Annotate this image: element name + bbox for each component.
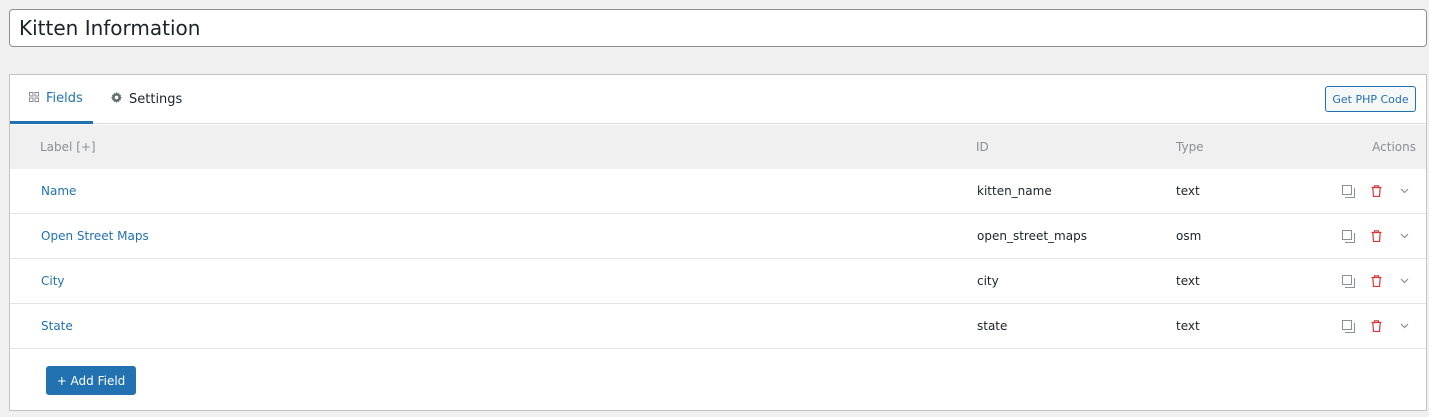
grid-icon <box>29 91 46 106</box>
field-id: kitten_name <box>977 184 1052 198</box>
trash-icon[interactable] <box>1369 229 1383 243</box>
title-input[interactable] <box>9 9 1427 47</box>
table-row: City city text <box>10 259 1426 304</box>
field-label-link[interactable]: City <box>41 259 65 304</box>
header-type: Type <box>1176 140 1204 154</box>
table-row: Open Street Maps open_street_maps osm <box>10 214 1426 259</box>
trash-icon[interactable] <box>1369 184 1383 198</box>
field-label-link[interactable]: State <box>41 304 73 349</box>
tab-settings-label: Settings <box>129 92 183 107</box>
gear-icon <box>111 92 129 107</box>
duplicate-icon[interactable] <box>1341 184 1355 198</box>
chevron-down-icon[interactable] <box>1397 319 1411 333</box>
field-type: text <box>1176 274 1200 288</box>
field-type: osm <box>1176 229 1202 243</box>
header-actions: Actions <box>1372 140 1416 154</box>
header-id: ID <box>976 140 989 154</box>
chevron-down-icon[interactable] <box>1397 184 1411 198</box>
field-label-link[interactable]: Open Street Maps <box>41 214 149 259</box>
fields-table: Name kitten_name text Open Street Maps o… <box>10 169 1426 349</box>
field-id: open_street_maps <box>977 229 1087 243</box>
field-type: text <box>1176 184 1200 198</box>
table-row: Name kitten_name text <box>10 169 1426 214</box>
field-type: text <box>1176 319 1200 333</box>
duplicate-icon[interactable] <box>1341 229 1355 243</box>
tab-fields-label: Fields <box>46 90 83 106</box>
chevron-down-icon[interactable] <box>1397 274 1411 288</box>
table-row: State state text <box>10 304 1426 349</box>
trash-icon[interactable] <box>1369 274 1383 288</box>
field-id: state <box>977 319 1008 333</box>
get-php-code-button[interactable]: Get PHP Code <box>1325 86 1416 112</box>
field-id: city <box>977 274 999 288</box>
header-label[interactable]: Label [+] <box>40 125 96 169</box>
tab-settings[interactable]: Settings <box>111 75 182 124</box>
duplicate-icon[interactable] <box>1341 274 1355 288</box>
tab-fields[interactable]: Fields <box>10 75 93 124</box>
trash-icon[interactable] <box>1369 319 1383 333</box>
table-header: Label [+] ID Type Actions <box>10 125 1426 169</box>
add-field-button[interactable]: + Add Field <box>46 366 136 395</box>
tab-bar: Fields Settings Get PHP Code <box>10 75 1426 124</box>
duplicate-icon[interactable] <box>1341 319 1355 333</box>
chevron-down-icon[interactable] <box>1397 229 1411 243</box>
fields-panel: Fields Settings Get PHP Code Label [+] I… <box>9 74 1427 411</box>
field-label-link[interactable]: Name <box>41 169 76 214</box>
